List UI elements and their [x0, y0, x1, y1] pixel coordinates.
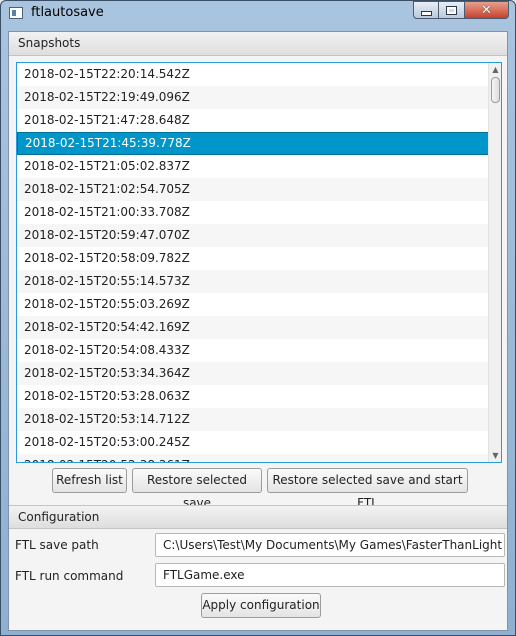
- restore-selected-save-button[interactable]: Restore selected save: [132, 468, 262, 510]
- save-path-label: FTL save path: [15, 538, 99, 552]
- configuration-header[interactable]: Configuration: [9, 505, 507, 529]
- snapshot-list-item[interactable]: 2018-02-15T20:55:03.269Z: [17, 293, 489, 316]
- snapshot-list-item[interactable]: 2018-02-15T20:54:08.433Z: [17, 339, 489, 362]
- save-path-input[interactable]: [155, 533, 505, 557]
- scroll-up-arrow-icon[interactable]: ▲: [491, 65, 500, 74]
- snapshot-list-item[interactable]: 2018-02-15T21:45:39.778Z: [17, 132, 489, 155]
- snapshot-list-item[interactable]: 2018-02-15T20:59:47.070Z: [17, 224, 489, 247]
- snapshots-header[interactable]: Snapshots: [9, 32, 507, 56]
- app-window: ftlautosave ✕ Snapshots 2018-02-15T22:20…: [0, 0, 516, 636]
- snapshot-list-item[interactable]: 2018-02-15T21:05:02.837Z: [17, 155, 489, 178]
- apply-configuration-button[interactable]: Apply configuration: [201, 593, 321, 618]
- snapshot-list-item[interactable]: 2018-02-15T22:19:49.096Z: [17, 86, 489, 109]
- scroll-down-arrow-icon[interactable]: ▼: [491, 451, 500, 460]
- snapshot-list-item[interactable]: 2018-02-15T20:53:00.245Z: [17, 431, 489, 454]
- snapshot-list-item[interactable]: 2018-02-15T20:53:14.712Z: [17, 408, 489, 431]
- snapshot-list-item[interactable]: 2018-02-15T21:02:54.705Z: [17, 178, 489, 201]
- snapshot-list-item[interactable]: 2018-02-15T20:53:28.063Z: [17, 385, 489, 408]
- snapshot-list-item[interactable]: 2018-02-15T20:54:42.169Z: [17, 316, 489, 339]
- scrollbar-thumb[interactable]: [491, 77, 500, 103]
- snapshots-list-rows: 2018-02-15T22:20:14.542Z 2018-02-15T22:19…: [17, 63, 489, 462]
- vertical-scrollbar[interactable]: ▲ ▼: [488, 63, 501, 462]
- run-command-input[interactable]: [155, 563, 505, 587]
- snapshots-list[interactable]: 2018-02-15T22:20:14.542Z 2018-02-15T22:19…: [16, 62, 502, 463]
- refresh-list-button[interactable]: Refresh list: [52, 468, 127, 493]
- snapshot-list-item[interactable]: 2018-02-15T20:52:38.361Z: [17, 454, 489, 462]
- title-bar[interactable]: ftlautosave ✕: [1, 1, 515, 27]
- run-command-label: FTL run command: [15, 569, 124, 583]
- close-button[interactable]: ✕: [465, 1, 509, 19]
- snapshot-list-item[interactable]: 2018-02-15T22:20:14.542Z: [17, 63, 489, 86]
- snapshot-list-item[interactable]: 2018-02-15T21:00:33.708Z: [17, 201, 489, 224]
- snapshot-list-item[interactable]: 2018-02-15T21:47:28.648Z: [17, 109, 489, 132]
- window-title: ftlautosave: [31, 5, 104, 20]
- minimize-icon: [420, 10, 432, 16]
- app-icon: [9, 7, 23, 19]
- maximize-button[interactable]: [439, 1, 465, 19]
- maximize-icon: [446, 5, 457, 15]
- minimize-button[interactable]: [413, 1, 439, 19]
- snapshot-list-item[interactable]: 2018-02-15T20:53:34.364Z: [17, 362, 489, 385]
- snapshot-list-item[interactable]: 2018-02-15T20:58:09.782Z: [17, 247, 489, 270]
- snapshot-list-item[interactable]: 2018-02-15T20:55:14.573Z: [17, 270, 489, 293]
- close-icon: ✕: [481, 2, 492, 18]
- main-content: Snapshots 2018-02-15T22:20:14.542Z 2018-0…: [8, 31, 508, 631]
- window-controls: ✕: [413, 1, 509, 19]
- restore-and-start-ftl-button[interactable]: Restore selected save and start FTL: [267, 468, 468, 510]
